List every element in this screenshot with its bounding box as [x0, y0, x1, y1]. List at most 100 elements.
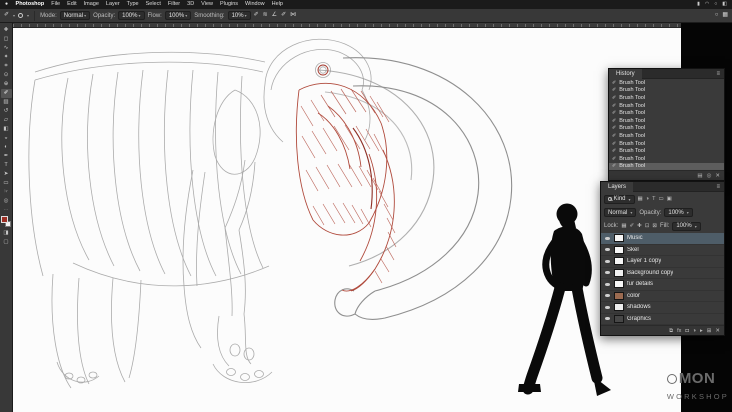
menu-item-edit[interactable]: Edit	[64, 0, 80, 9]
menu-item-layer[interactable]: Layer	[102, 0, 123, 9]
history-state[interactable]: ✐ Brush Tool	[609, 155, 724, 163]
menu-item-photoshop[interactable]: Photoshop	[12, 0, 48, 9]
history-state[interactable]: ✐ Brush Tool	[609, 94, 724, 102]
shape-tool[interactable]: ▭	[1, 179, 12, 188]
layer-visibility-toggle[interactable]	[604, 236, 611, 240]
lock-transparent-pixels-icon[interactable]: ▦	[621, 221, 626, 231]
layer-row-fur-details[interactable]: fur details	[601, 279, 724, 291]
history-state[interactable]: ✐ Brush Tool	[609, 117, 724, 125]
history-tab[interactable]: History	[609, 68, 642, 79]
opacity-select[interactable]: 100% ▾	[118, 11, 145, 20]
history-state[interactable]: ✐ Brush Tool	[609, 162, 724, 171]
menu-item-window[interactable]: Window	[242, 0, 269, 9]
quick-mask-icon[interactable]: ◨	[1, 229, 12, 238]
delete-layer-icon[interactable]: ✕	[715, 326, 720, 336]
brush-size-preview[interactable]	[18, 13, 24, 18]
path-selection-tool[interactable]: ➤	[1, 170, 12, 179]
history-state[interactable]: ✐ Brush Tool	[609, 132, 724, 140]
link-layers-icon[interactable]: ⧉	[669, 326, 673, 336]
history-state[interactable]: ✐ Brush Tool	[609, 87, 724, 95]
brush-tool-preset-icon[interactable]: ✐	[4, 9, 9, 22]
history-state[interactable]: ✐ Brush Tool	[609, 147, 724, 155]
layer-group-icon[interactable]: ▸	[700, 326, 703, 336]
layer-visibility-toggle[interactable]	[604, 282, 611, 286]
edit-toolbar-icon[interactable]: ⋯	[4, 207, 9, 213]
layer-visibility-toggle[interactable]	[604, 305, 611, 309]
pen-tool[interactable]: ✒	[1, 152, 12, 161]
search-icon[interactable]: ○	[714, 0, 717, 9]
dodge-tool[interactable]: ◐	[1, 143, 12, 152]
eyedropper-tool[interactable]: ⊙	[1, 71, 12, 80]
layer-row-color[interactable]: color	[601, 291, 724, 302]
menu-item-plugins[interactable]: Plugins	[217, 0, 242, 9]
layer-visibility-toggle[interactable]	[604, 317, 611, 321]
panel-menu-icon[interactable]: ≡	[712, 184, 724, 190]
menu-item-type[interactable]: Type	[123, 0, 142, 9]
pen-pressure-size-icon[interactable]: ✐	[281, 9, 286, 22]
zoom-tool[interactable]: ◎	[1, 197, 12, 206]
menu-item-view[interactable]: View	[198, 0, 217, 9]
brush-tool[interactable]: ✐	[0, 89, 12, 98]
crop-tool[interactable]: ⌗	[1, 62, 12, 71]
layer-row-skel[interactable]: Skel	[601, 245, 724, 256]
filter-shape-layers-icon[interactable]: ▭	[658, 194, 663, 204]
layer-row-graphics[interactable]: Graphics	[601, 314, 724, 325]
layer-visibility-toggle[interactable]	[604, 259, 611, 263]
lasso-tool[interactable]: ∿	[1, 44, 12, 53]
layer-mask-icon[interactable]: ◘	[685, 326, 688, 336]
healing-brush-tool[interactable]: ⊕	[1, 80, 12, 89]
pen-pressure-opacity-icon[interactable]: ✐	[254, 9, 259, 22]
paint-symmetry-icon[interactable]: ⋈	[290, 9, 296, 22]
layer-row-background-copy[interactable]: Background copy	[601, 268, 724, 279]
lock-all-icon[interactable]: ⊠	[652, 221, 657, 231]
menu-item-filter[interactable]: Filter	[164, 0, 183, 9]
blend-mode-select[interactable]: Normal ▾	[604, 208, 637, 217]
layer-row-shadows[interactable]: shadows	[601, 302, 724, 314]
layer-row-layer-1-copy[interactable]: Layer 1 copy	[601, 256, 724, 268]
clone-stamp-tool[interactable]: ▨	[1, 98, 12, 107]
history-brush-tool[interactable]: ↺	[1, 107, 12, 116]
panel-menu-icon[interactable]: ≡	[712, 71, 724, 77]
hand-tool[interactable]: ☞	[1, 188, 12, 197]
history-state[interactable]: ✐ Brush Tool	[609, 102, 724, 110]
new-snapshot-icon[interactable]: ◎	[707, 171, 712, 181]
layer-visibility-toggle[interactable]	[604, 271, 611, 275]
foreground-color-swatch[interactable]	[1, 216, 8, 223]
lock-image-pixels-icon[interactable]: ✐	[630, 221, 635, 231]
battery-icon[interactable]: ▮	[697, 0, 700, 9]
history-state[interactable]: ✐ Brush Tool	[609, 140, 724, 148]
lock-position-icon[interactable]: ✚	[637, 221, 642, 231]
filter-pixel-layers-icon[interactable]: ▦	[638, 194, 643, 204]
quick-selection-tool[interactable]: ✦	[1, 53, 12, 62]
history-state[interactable]: ✐ Brush Tool	[609, 79, 724, 87]
type-tool[interactable]: T	[1, 161, 12, 170]
layer-visibility-toggle[interactable]	[604, 248, 611, 252]
move-tool[interactable]: ✚	[1, 26, 12, 35]
mode-select[interactable]: Normal ▾	[59, 11, 91, 20]
adjustment-layer-icon[interactable]: ◑	[693, 326, 696, 336]
layer-opacity-select[interactable]: 100% ▾	[664, 208, 693, 217]
menu-item-help[interactable]: Help	[268, 0, 286, 9]
layer-row-music[interactable]: Music	[601, 233, 724, 245]
menu-item-image[interactable]: Image	[80, 0, 102, 9]
layer-filter-kind-select[interactable]: Kind ▾	[604, 194, 635, 204]
delete-state-icon[interactable]: ✕	[715, 171, 720, 181]
history-state[interactable]: ✐ Brush Tool	[609, 109, 724, 117]
filter-adjustment-layers-icon[interactable]: ◑	[646, 194, 649, 204]
apple-menu-icon[interactable]: ●	[5, 0, 8, 9]
document-canvas[interactable]	[13, 28, 681, 412]
history-state[interactable]: ✐ Brush Tool	[609, 125, 724, 133]
eraser-tool[interactable]: ▱	[1, 116, 12, 125]
filter-type-layers-icon[interactable]: T	[652, 194, 655, 204]
workspace-switcher-icon[interactable]: ▦	[722, 9, 728, 22]
layer-visibility-toggle[interactable]	[604, 294, 611, 298]
layer-style-icon[interactable]: fx	[677, 326, 681, 336]
lock-artboard-icon[interactable]: ⊡	[645, 221, 650, 231]
wifi-icon[interactable]: ◠	[705, 0, 709, 9]
layer-fill-select[interactable]: 100% ▾	[672, 221, 701, 231]
control-center-icon[interactable]: ◧	[722, 0, 727, 9]
airbrush-icon[interactable]: ≋	[263, 9, 268, 22]
screen-mode-icon[interactable]: ▢	[1, 238, 12, 247]
horizontal-ruler[interactable]	[13, 23, 681, 28]
gradient-tool[interactable]: ◧	[1, 125, 12, 134]
